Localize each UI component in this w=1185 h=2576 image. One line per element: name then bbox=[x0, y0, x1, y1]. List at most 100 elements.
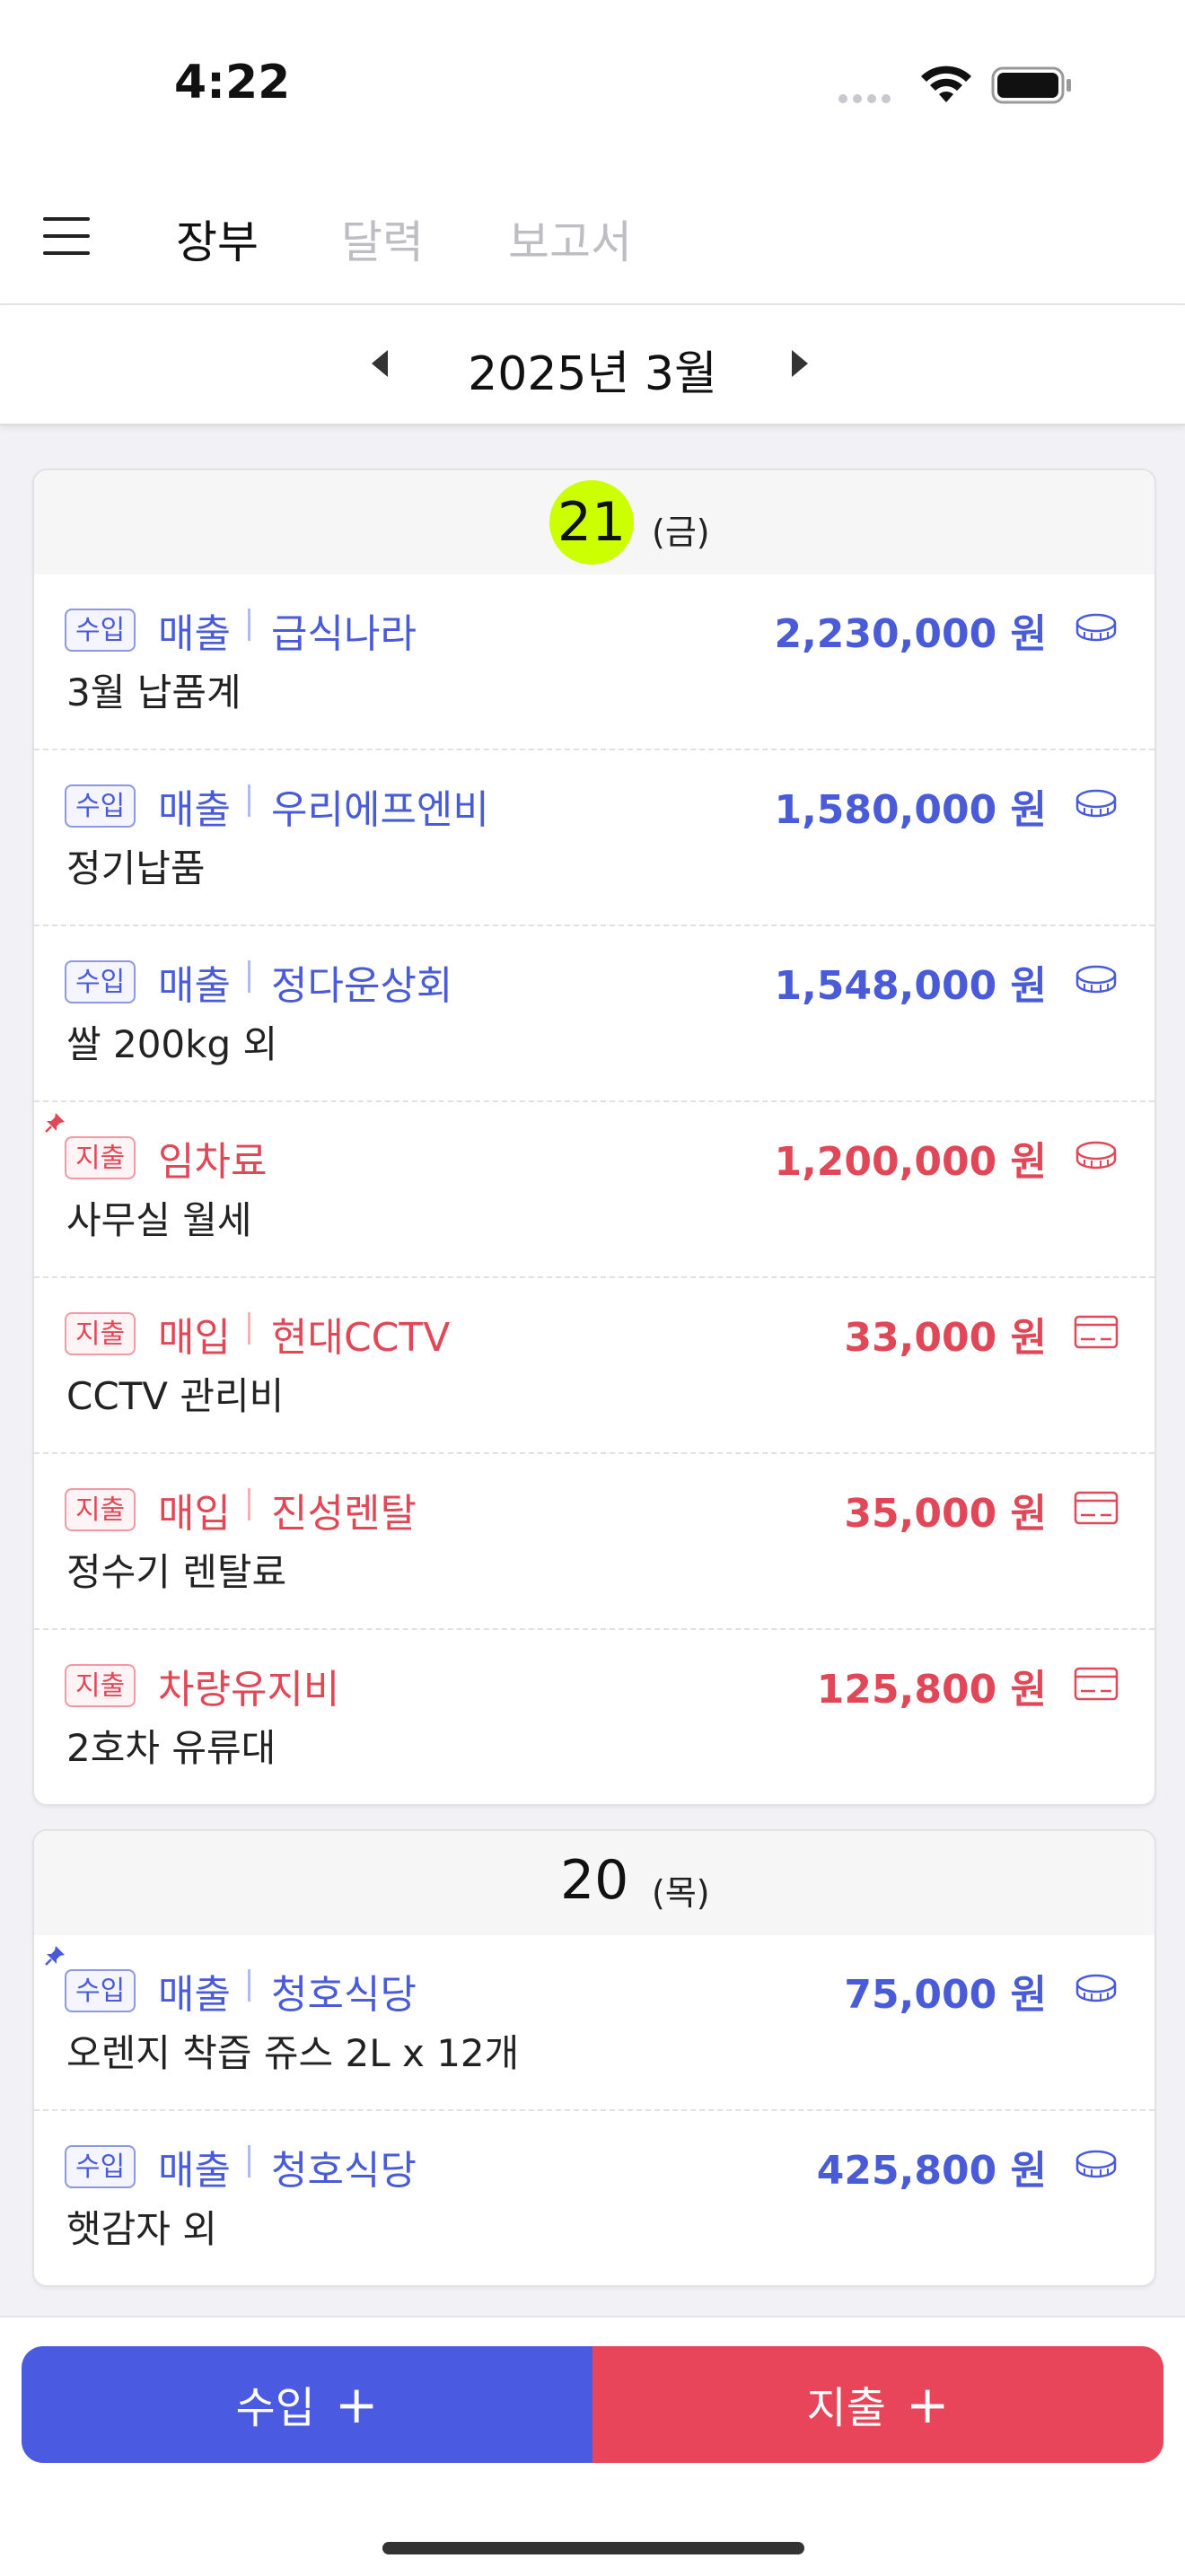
status-bar: 4:22 bbox=[0, 0, 1185, 171]
transaction-row[interactable]: 지출 매입 진성렌탈 정수기 렌탈료 35,000 원 bbox=[34, 1452, 1154, 1628]
amount: 1,200,000 원 bbox=[774, 1139, 1047, 1185]
menu-icon[interactable] bbox=[43, 217, 90, 255]
day-card: 21 (금) 수입 매출 급식나라 3월 납품계 2,230,000 원 수입 … bbox=[32, 469, 1156, 1806]
vendor-label: 급식나라 bbox=[271, 611, 417, 657]
description: 햇감자 외 bbox=[66, 2207, 217, 2251]
transaction-row[interactable]: 수입 매출 우리에프엔비 정기납품 1,580,000 원 bbox=[34, 749, 1154, 924]
vendor-label: 진성렌탈 bbox=[271, 1491, 417, 1537]
description: 정수기 렌탈료 bbox=[66, 1550, 287, 1594]
description: 2호차 유류대 bbox=[66, 1726, 276, 1770]
amount: 33,000 원 bbox=[844, 1315, 1047, 1361]
vendor-label: 현대CCTV bbox=[271, 1315, 451, 1361]
divider bbox=[248, 609, 250, 641]
day-weekday: (금) bbox=[652, 513, 710, 552]
top-navigation: 장부 달력 보고서 bbox=[0, 171, 1185, 303]
category-label: 차량유지비 bbox=[158, 1667, 340, 1713]
transaction-row[interactable]: 수입 매출 청호식당 햇감자 외 425,800 원 bbox=[34, 2109, 1154, 2285]
category-label: 임차료 bbox=[158, 1139, 268, 1185]
tab-calendar[interactable]: 달력 bbox=[341, 206, 424, 271]
bottom-action-bar: 수입 + 지출 + bbox=[0, 2316, 1185, 2576]
battery-icon bbox=[991, 66, 1071, 104]
day-header: 20 (목) bbox=[34, 1831, 1154, 1935]
divider bbox=[248, 2145, 250, 2177]
category-label: 매입 bbox=[158, 1315, 231, 1361]
category-label: 매입 bbox=[158, 1491, 231, 1537]
plus-icon: + bbox=[334, 2374, 379, 2435]
cash-icon bbox=[1075, 613, 1117, 642]
wifi-icon bbox=[921, 66, 971, 102]
day-header: 21 (금) bbox=[34, 470, 1154, 574]
type-badge: 수입 bbox=[65, 960, 136, 1003]
home-indicator bbox=[382, 2542, 804, 2554]
vendor-label: 정다운상회 bbox=[271, 963, 453, 1009]
description: 오렌지 착즙 쥬스 2L x 12개 bbox=[66, 2031, 520, 2075]
transaction-row[interactable]: 수입 매출 정다운상회 쌀 200kg 외 1,548,000 원 bbox=[34, 924, 1154, 1100]
cash-icon bbox=[1075, 965, 1117, 994]
divider bbox=[248, 1488, 250, 1520]
cash-icon bbox=[1075, 789, 1117, 818]
day-card: 20 (목) 수입 매출 청호식당 오렌지 착즙 쥬스 2L x 12개 75,… bbox=[32, 1829, 1156, 2287]
category-label: 매출 bbox=[158, 1972, 231, 2018]
vendor-label: 청호식당 bbox=[271, 1972, 417, 2018]
add-expense-label: 지출 bbox=[806, 2383, 886, 2433]
type-badge: 지출 bbox=[65, 1312, 136, 1355]
cash-icon bbox=[1075, 2150, 1117, 2178]
amount: 1,580,000 원 bbox=[774, 787, 1047, 833]
add-income-label: 수입 bbox=[235, 2383, 315, 2433]
card-icon bbox=[1074, 1315, 1119, 1349]
divider bbox=[248, 960, 250, 993]
type-badge: 지출 bbox=[65, 1488, 136, 1531]
divider bbox=[248, 1969, 250, 2002]
card-icon bbox=[1074, 1667, 1119, 1701]
plus-icon: + bbox=[905, 2374, 950, 2435]
cash-icon bbox=[1075, 1141, 1117, 1170]
transaction-row[interactable]: 지출 임차료 사무실 월세 1,200,000 원 bbox=[34, 1100, 1154, 1276]
vendor-label: 우리에프엔비 bbox=[271, 787, 489, 833]
add-expense-button[interactable]: 지출 + bbox=[592, 2346, 1163, 2463]
amount: 75,000 원 bbox=[844, 1972, 1047, 2018]
card-icon bbox=[1074, 1491, 1119, 1525]
pin-icon bbox=[45, 1113, 65, 1133]
transaction-row[interactable]: 수입 매출 급식나라 3월 납품계 2,230,000 원 bbox=[34, 574, 1154, 749]
description: 사무실 월세 bbox=[66, 1198, 252, 1242]
amount: 2,230,000 원 bbox=[774, 611, 1047, 657]
category-label: 매출 bbox=[158, 2148, 231, 2194]
type-badge: 수입 bbox=[65, 609, 136, 652]
tab-report[interactable]: 보고서 bbox=[508, 206, 632, 271]
description: 3월 납품계 bbox=[66, 670, 241, 714]
category-label: 매출 bbox=[158, 963, 231, 1009]
tab-ledger[interactable]: 장부 bbox=[176, 206, 259, 271]
divider bbox=[248, 1312, 250, 1345]
transaction-row[interactable]: 지출 매입 현대CCTV CCTV 관리비 33,000 원 bbox=[34, 1276, 1154, 1452]
status-time: 4:22 bbox=[174, 56, 291, 110]
description: 정기납품 bbox=[66, 846, 206, 890]
type-badge: 수입 bbox=[65, 784, 136, 828]
month-label[interactable]: 2025년 3월 bbox=[422, 336, 763, 403]
amount: 35,000 원 bbox=[844, 1491, 1047, 1537]
amount: 1,548,000 원 bbox=[774, 963, 1047, 1009]
description: CCTV 관리비 bbox=[66, 1374, 285, 1418]
transaction-row[interactable]: 수입 매출 청호식당 오렌지 착즙 쥬스 2L x 12개 75,000 원 bbox=[34, 1935, 1154, 2109]
add-income-button[interactable]: 수입 + bbox=[22, 2346, 592, 2463]
previous-month-icon[interactable] bbox=[372, 350, 388, 377]
pin-icon bbox=[45, 1946, 65, 1966]
divider bbox=[248, 784, 250, 817]
category-label: 매출 bbox=[158, 787, 231, 833]
day-weekday: (목) bbox=[652, 1873, 710, 1913]
transaction-row[interactable]: 지출 차량유지비 2호차 유류대 125,800 원 bbox=[34, 1628, 1154, 1804]
day-number: 21 bbox=[549, 480, 634, 565]
cash-icon bbox=[1075, 1974, 1117, 2002]
type-badge: 수입 bbox=[65, 1969, 136, 2012]
next-month-icon[interactable] bbox=[792, 350, 808, 377]
month-selector: 2025년 3월 bbox=[0, 303, 1185, 425]
day-number: 20 bbox=[560, 1849, 629, 1912]
amount: 125,800 원 bbox=[816, 1667, 1047, 1713]
category-label: 매출 bbox=[158, 611, 231, 657]
vendor-label: 청호식당 bbox=[271, 2148, 417, 2194]
cellular-signal-icon bbox=[838, 90, 901, 103]
description: 쌀 200kg 외 bbox=[66, 1022, 278, 1066]
type-badge: 수입 bbox=[65, 2145, 136, 2188]
type-badge: 지출 bbox=[65, 1136, 136, 1179]
amount: 425,800 원 bbox=[816, 2148, 1047, 2194]
type-badge: 지출 bbox=[65, 1664, 136, 1707]
